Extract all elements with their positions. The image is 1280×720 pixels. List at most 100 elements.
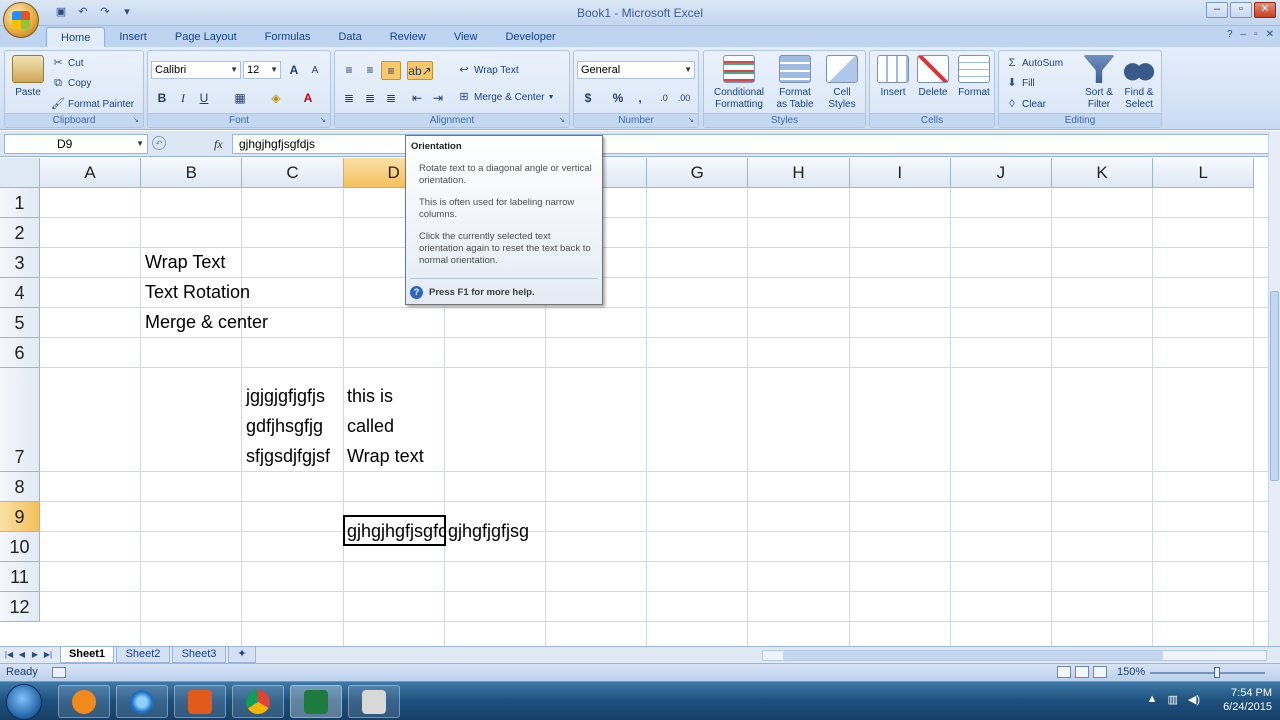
minimize-button[interactable]: – bbox=[1206, 2, 1228, 18]
row-header-1[interactable]: 1 bbox=[0, 188, 40, 218]
cell-d7-line2[interactable]: called bbox=[347, 416, 394, 437]
taskbar-app-excel[interactable] bbox=[290, 685, 342, 718]
percent-button[interactable]: % bbox=[608, 89, 628, 108]
cell-b3[interactable]: Wrap Text bbox=[145, 252, 225, 273]
workbook-minimize-icon[interactable]: – bbox=[1241, 29, 1247, 40]
taskbar-app-3[interactable] bbox=[174, 685, 226, 718]
tab-developer[interactable]: Developer bbox=[491, 27, 569, 48]
page-break-view-icon[interactable] bbox=[1093, 666, 1107, 678]
row-header-8[interactable]: 8 bbox=[0, 472, 40, 502]
row-header-10[interactable]: 10 bbox=[0, 532, 40, 562]
font-size-combo[interactable]: 12 ▼ bbox=[243, 61, 281, 79]
sheet-tab-sheet2[interactable]: Sheet2 bbox=[116, 647, 170, 663]
column-header-c[interactable]: C bbox=[242, 158, 344, 188]
cell-styles-button[interactable]: Cell Styles bbox=[820, 55, 864, 111]
insert-function-icon[interactable]: fx bbox=[214, 137, 223, 152]
underline-button[interactable]: U bbox=[194, 89, 214, 108]
taskbar-app-6[interactable] bbox=[348, 685, 400, 718]
align-center-icon[interactable]: ≣ bbox=[360, 89, 380, 108]
fill-color-icon[interactable]: ◈ bbox=[266, 89, 286, 108]
shrink-font-button[interactable]: A bbox=[305, 61, 325, 80]
format-cells-button[interactable]: Format bbox=[954, 55, 994, 99]
close-button[interactable]: ✕ bbox=[1254, 2, 1276, 18]
restore-button[interactable]: ▫ bbox=[1230, 2, 1252, 18]
row-header-2[interactable]: 2 bbox=[0, 218, 40, 248]
vertical-scrollbar[interactable] bbox=[1268, 131, 1280, 646]
find-select-button[interactable]: Find & Select bbox=[1119, 55, 1159, 111]
column-header-b[interactable]: B bbox=[141, 158, 243, 188]
office-button[interactable] bbox=[3, 2, 39, 38]
row-header-4[interactable]: 4 bbox=[0, 278, 40, 308]
align-left-icon[interactable]: ≣ bbox=[339, 89, 359, 108]
cut-button[interactable]: ✂ Cut bbox=[51, 56, 83, 70]
taskbar-app-1[interactable] bbox=[58, 685, 110, 718]
cell-c7-line2[interactable]: gdfjhsgfjg bbox=[246, 416, 323, 437]
normal-view-icon[interactable] bbox=[1057, 666, 1071, 678]
vertical-scroll-thumb[interactable] bbox=[1270, 291, 1279, 481]
tab-insert[interactable]: Insert bbox=[105, 27, 161, 48]
tab-page-layout[interactable]: Page Layout bbox=[161, 27, 251, 48]
number-launcher-icon[interactable]: ↘ bbox=[688, 117, 696, 125]
name-box[interactable]: D9 ▼ bbox=[4, 134, 148, 154]
fill-button[interactable]: ⬇ Fill bbox=[1005, 76, 1034, 90]
zoom-level[interactable]: 150% bbox=[1117, 666, 1145, 678]
zoom-slider-knob[interactable] bbox=[1214, 667, 1220, 678]
row-header-5[interactable]: 5 bbox=[0, 308, 40, 338]
tab-data[interactable]: Data bbox=[324, 27, 375, 48]
show-hidden-icons-icon[interactable]: ▲ bbox=[1147, 693, 1158, 706]
comma-button[interactable]: , bbox=[630, 89, 650, 108]
cell-b4[interactable]: Text Rotation bbox=[145, 282, 250, 303]
macro-record-icon[interactable] bbox=[52, 667, 66, 678]
align-right-icon[interactable]: ≣ bbox=[381, 89, 401, 108]
increase-indent-icon[interactable]: ⇥ bbox=[428, 89, 448, 108]
row-header-9[interactable]: 9 bbox=[0, 502, 40, 532]
top-align-icon[interactable]: ≡ bbox=[339, 61, 359, 80]
column-header-j[interactable]: J bbox=[950, 158, 1052, 188]
delete-cells-button[interactable]: Delete bbox=[914, 55, 952, 99]
copy-button[interactable]: ⧉ Copy bbox=[51, 76, 91, 90]
merge-center-button[interactable]: ⊞ Merge & Center ▼ bbox=[457, 90, 554, 104]
sort-filter-button[interactable]: Sort & Filter bbox=[1079, 55, 1119, 111]
column-header-i[interactable]: I bbox=[849, 158, 951, 188]
column-header-k[interactable]: K bbox=[1052, 158, 1154, 188]
cell-e9[interactable]: gjhgfjgfjsg bbox=[448, 521, 529, 542]
prev-sheet-icon[interactable]: ◀ bbox=[17, 649, 27, 661]
font-launcher-icon[interactable]: ↘ bbox=[320, 117, 328, 125]
autosum-button[interactable]: Σ AutoSum bbox=[1005, 56, 1064, 70]
font-name-combo[interactable]: Calibri ▼ bbox=[151, 61, 241, 79]
bold-button[interactable]: B bbox=[152, 89, 172, 108]
column-header-h[interactable]: H bbox=[748, 158, 850, 188]
insert-cells-button[interactable]: Insert bbox=[874, 55, 912, 99]
clock[interactable]: 7:54 PM 6/24/2015 bbox=[1223, 686, 1272, 718]
grow-font-button[interactable]: A bbox=[284, 61, 304, 80]
conditional-formatting-button[interactable]: Conditional Formatting bbox=[708, 55, 770, 111]
cell-d7-line3[interactable]: Wrap text bbox=[347, 446, 424, 467]
alignment-launcher-icon[interactable]: ↘ bbox=[559, 117, 567, 125]
select-all-corner[interactable] bbox=[0, 158, 40, 188]
first-sheet-icon[interactable]: |◀ bbox=[4, 649, 14, 661]
page-layout-view-icon[interactable] bbox=[1075, 666, 1089, 678]
decrease-decimal-icon[interactable]: .00 bbox=[674, 89, 694, 108]
volume-icon[interactable]: ◀) bbox=[1188, 693, 1200, 706]
paste-button[interactable]: Paste bbox=[9, 55, 47, 99]
horizontal-scroll-thumb[interactable] bbox=[783, 651, 1163, 660]
column-header-l[interactable]: L bbox=[1153, 158, 1255, 188]
tab-view[interactable]: View bbox=[440, 27, 492, 48]
currency-button[interactable]: $ bbox=[578, 89, 598, 108]
start-button[interactable] bbox=[6, 684, 42, 720]
last-sheet-icon[interactable]: ▶| bbox=[43, 649, 53, 661]
row-header-6[interactable]: 6 bbox=[0, 338, 40, 368]
cell-c7-line1[interactable]: jgjgjgfjgfjs bbox=[246, 386, 325, 407]
worksheet-grid[interactable]: ABCDEFGHIJKL 123456789101112 Wrap Text T… bbox=[0, 158, 1268, 646]
tab-home[interactable]: Home bbox=[46, 27, 106, 48]
help-icon[interactable]: ? bbox=[1227, 29, 1233, 40]
next-sheet-icon[interactable]: ▶ bbox=[30, 649, 40, 661]
column-header-a[interactable]: A bbox=[40, 158, 142, 188]
orientation-button[interactable]: ab↗ bbox=[407, 61, 433, 80]
taskbar-app-2[interactable] bbox=[116, 685, 168, 718]
network-icon[interactable]: ▥ bbox=[1167, 693, 1177, 706]
tab-formulas[interactable]: Formulas bbox=[251, 27, 325, 48]
decrease-indent-icon[interactable]: ⇤ bbox=[407, 89, 427, 108]
formula-cancel-icon[interactable]: ↶ bbox=[152, 136, 166, 150]
italic-button[interactable]: I bbox=[173, 89, 193, 108]
